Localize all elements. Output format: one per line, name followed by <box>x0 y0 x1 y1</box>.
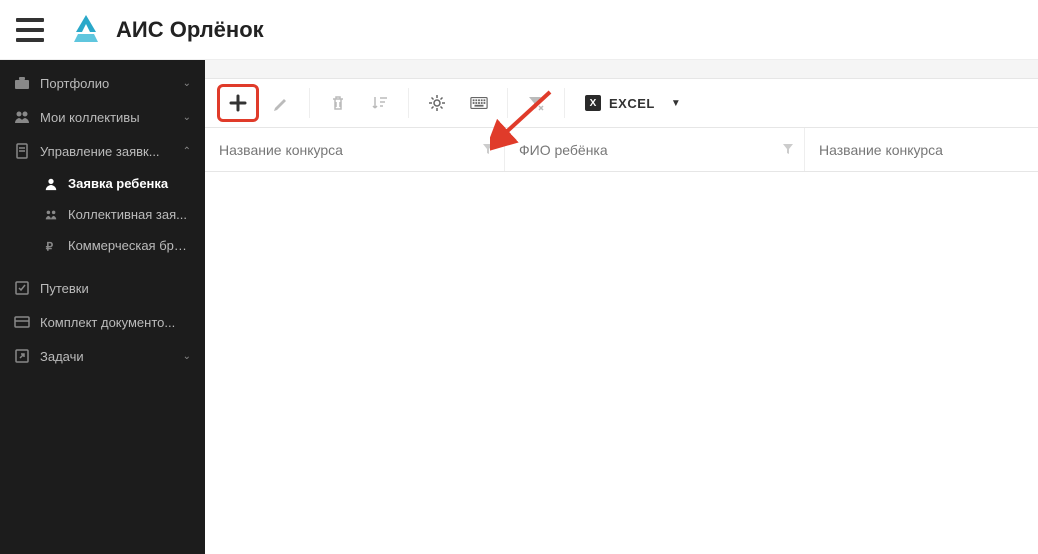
column-header-child-name[interactable]: ФИО ребёнка <box>505 128 805 171</box>
toolbar-separator <box>507 88 508 118</box>
toolbar: X EXCEL ▼ <box>205 78 1038 128</box>
sidebar-item-portfolio[interactable]: Портфолио ⌄ <box>0 66 205 100</box>
card-icon <box>14 314 30 330</box>
chevron-up-icon: ⌃ <box>183 146 191 157</box>
trash-icon <box>329 94 347 112</box>
chevron-down-icon: ⌄ <box>183 351 191 362</box>
add-button[interactable] <box>217 84 259 122</box>
filter-icon[interactable] <box>482 142 494 158</box>
sidebar-item-applications[interactable]: Управление заявк... ⌃ <box>0 134 205 168</box>
main-content: X EXCEL ▼ Название конкурса ФИО ребёнка … <box>205 60 1038 554</box>
sort-icon <box>371 94 389 112</box>
excel-icon: X <box>585 95 601 111</box>
toolbar-separator <box>564 88 565 118</box>
column-header-contest-name[interactable]: Название конкурса <box>205 128 505 171</box>
chevron-down-icon: ⌄ <box>183 112 191 123</box>
keyboard-button[interactable] <box>459 85 499 121</box>
gear-icon <box>428 94 446 112</box>
column-header-contest-name-2[interactable]: Название конкурса <box>805 128 1038 171</box>
users-icon <box>44 208 58 222</box>
sidebar: Портфолио ⌄ Мои коллективы ⌄ Управление … <box>0 60 205 554</box>
user-icon <box>44 177 58 191</box>
toolbar-separator <box>408 88 409 118</box>
sidebar-item-tasks[interactable]: Задачи ⌄ <box>0 339 205 373</box>
clear-filter-button[interactable] <box>516 85 556 121</box>
app-title: АИС Орлёнок <box>116 17 264 43</box>
edit-button[interactable] <box>261 85 301 121</box>
briefcase-icon <box>14 75 30 91</box>
sidebar-item-collective-application[interactable]: Коллективная зая... <box>30 199 205 230</box>
sidebar-submenu-applications: Заявка ребенка Коллективная зая... ₽ Ком… <box>0 168 205 261</box>
sidebar-item-child-application[interactable]: Заявка ребенка <box>30 168 205 199</box>
filter-icon[interactable] <box>782 142 794 158</box>
sort-button[interactable] <box>360 85 400 121</box>
menu-toggle-button[interactable] <box>16 18 44 42</box>
settings-button[interactable] <box>417 85 457 121</box>
document-icon <box>14 143 30 159</box>
chevron-down-icon: ⌄ <box>183 78 191 89</box>
check-square-icon <box>14 280 30 296</box>
pencil-icon <box>272 94 290 112</box>
sidebar-item-collectives[interactable]: Мои коллективы ⌄ <box>0 100 205 134</box>
svg-text:₽: ₽ <box>46 241 53 253</box>
toolbar-separator <box>309 88 310 118</box>
grid-header: Название конкурса ФИО ребёнка Название к… <box>205 128 1038 172</box>
ruble-icon: ₽ <box>44 239 58 253</box>
export-excel-button[interactable]: X EXCEL ▼ <box>585 95 681 111</box>
grid-body-empty <box>205 172 1038 554</box>
sidebar-item-documents[interactable]: Комплект документо... <box>0 305 205 339</box>
app-logo-icon <box>68 12 104 48</box>
filter-clear-icon <box>527 94 545 112</box>
users-icon <box>14 109 30 125</box>
keyboard-icon <box>470 94 488 112</box>
external-link-icon <box>14 348 30 364</box>
caret-down-icon: ▼ <box>671 98 681 109</box>
sidebar-item-vouchers[interactable]: Путевки <box>0 271 205 305</box>
sidebar-item-commercial-booking[interactable]: ₽ Коммерческая бро... <box>30 230 205 261</box>
app-header: АИС Орлёнок <box>0 0 1038 60</box>
plus-icon <box>229 94 247 112</box>
delete-button[interactable] <box>318 85 358 121</box>
